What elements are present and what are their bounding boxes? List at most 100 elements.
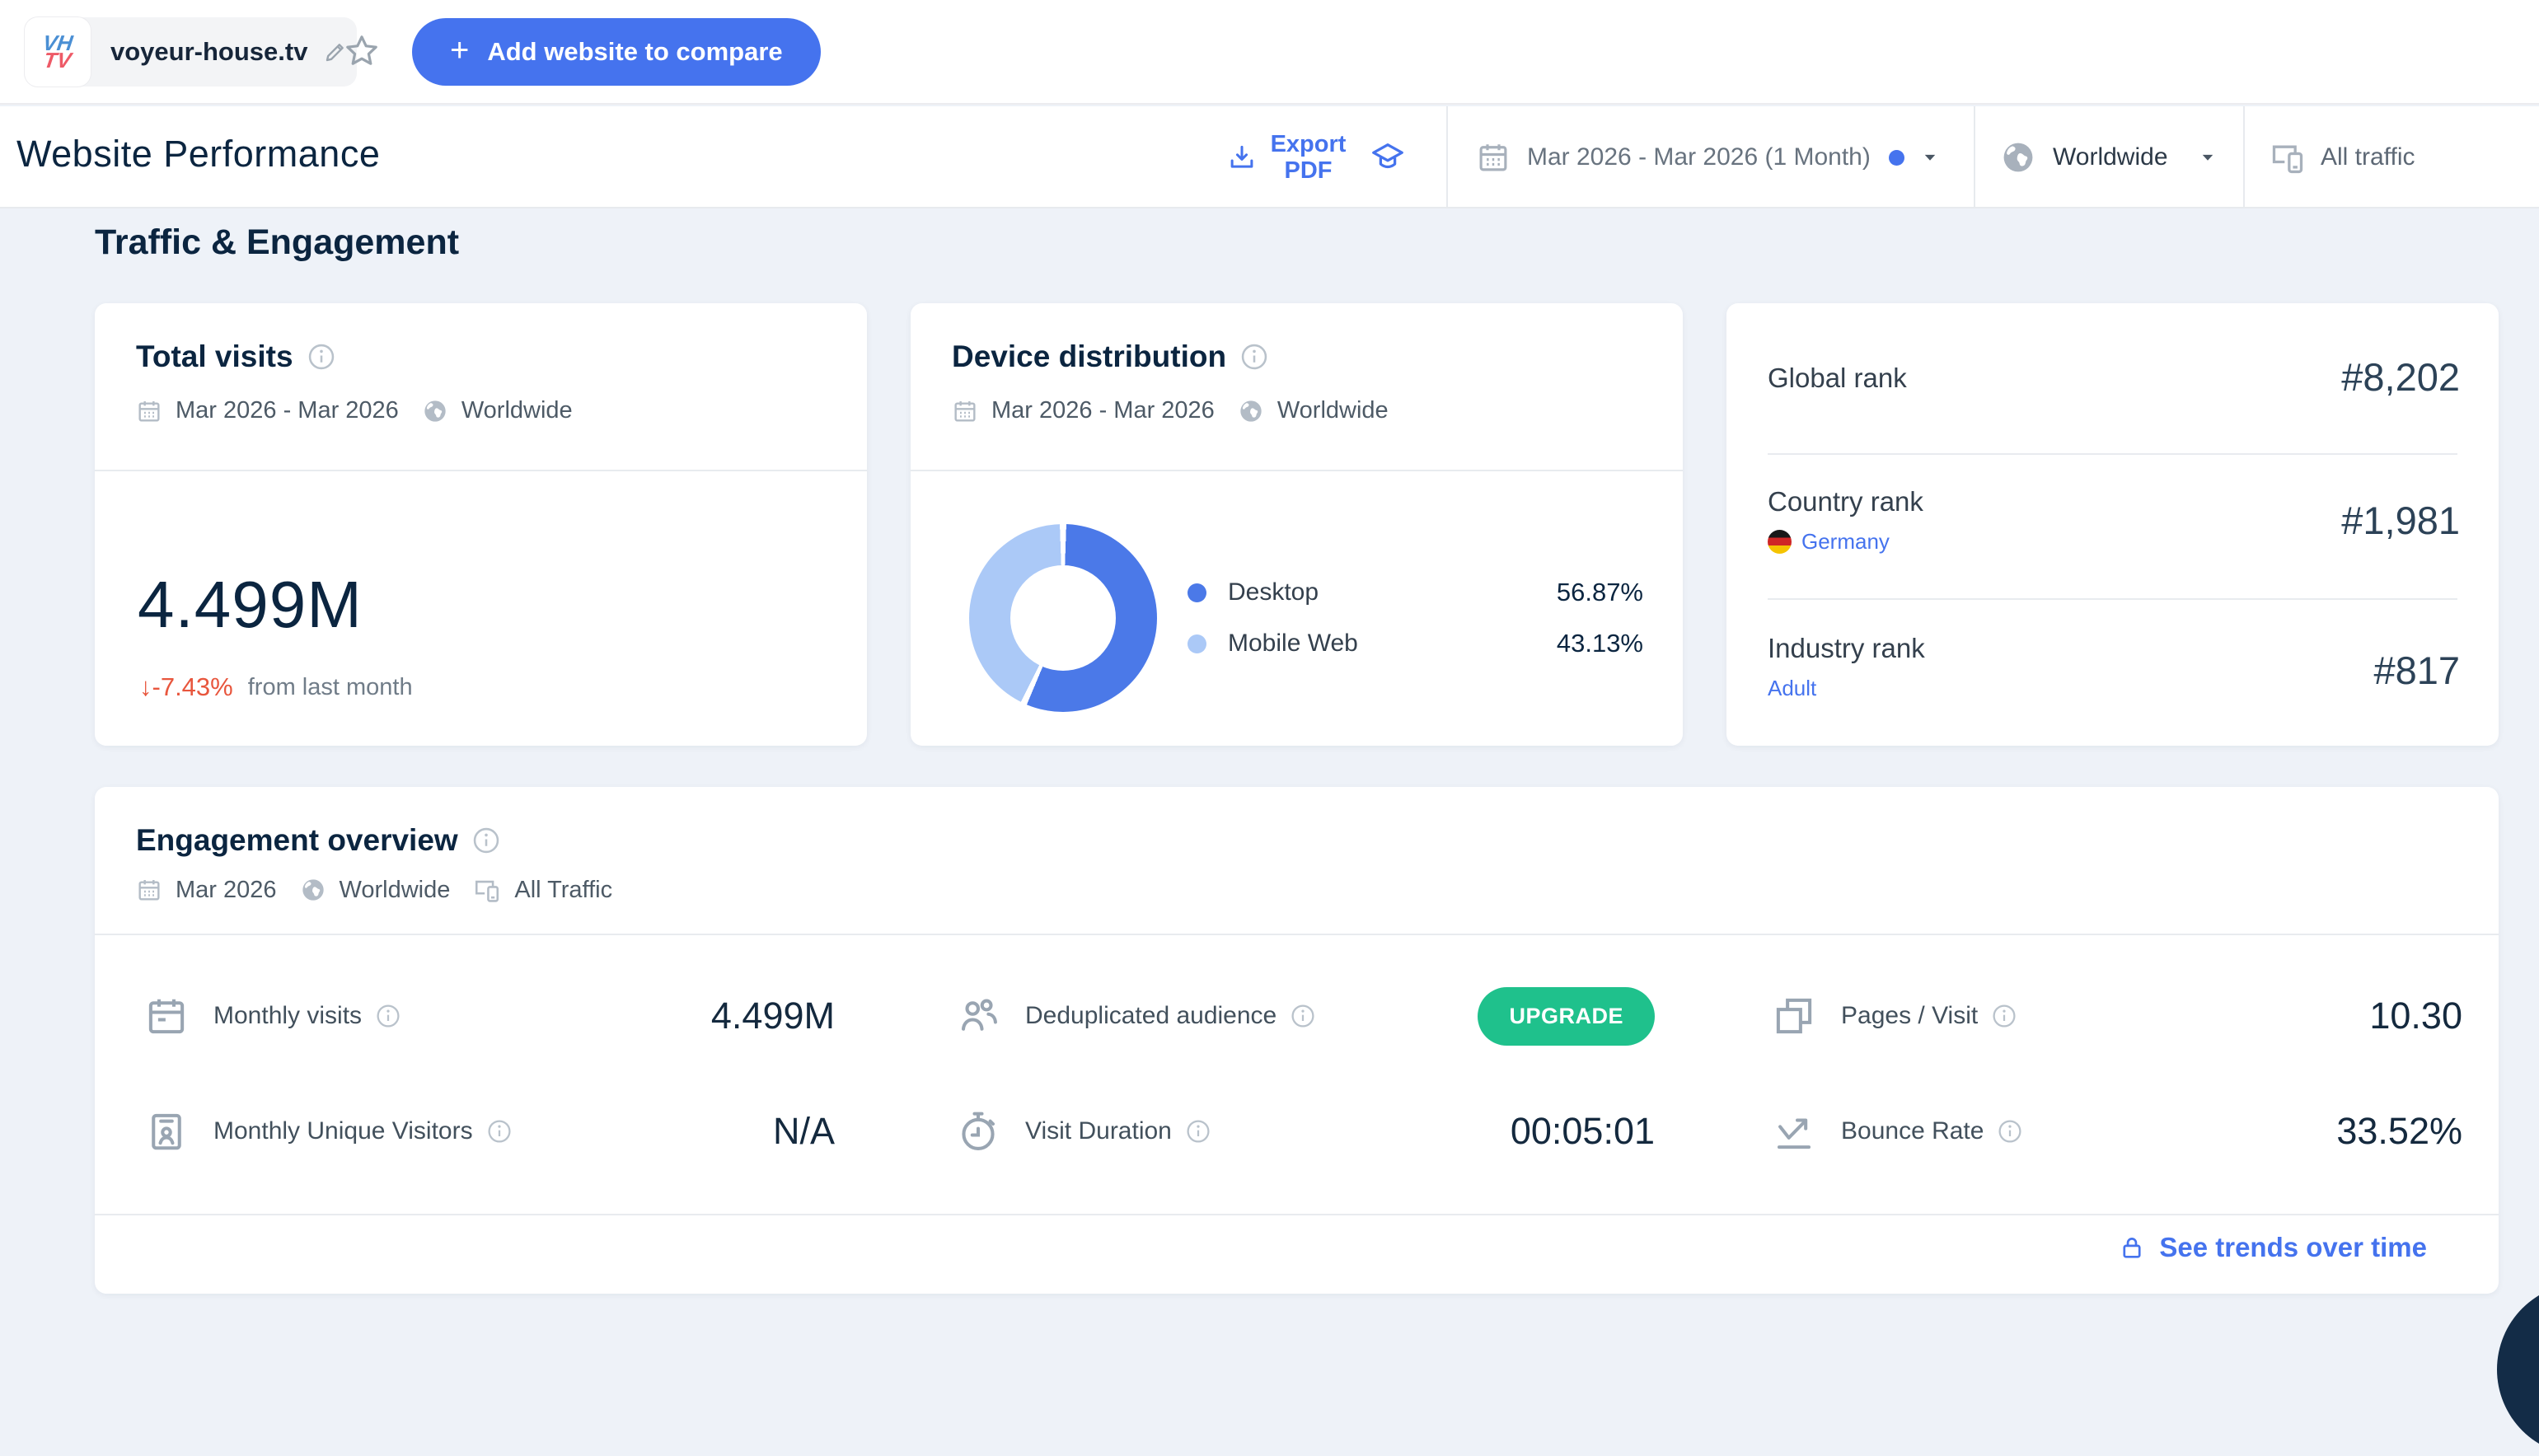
compare-button-label: Add website to compare	[487, 37, 783, 66]
info-icon[interactable]	[1991, 1003, 2017, 1029]
visits-change-badge: ↓-7.43%	[139, 672, 233, 701]
card-title: Device distribution	[952, 339, 1227, 373]
export-pdf-label: Export PDF	[1270, 130, 1347, 184]
engagement-overview-card: Engagement overview Mar 2026 Worldwide A…	[95, 787, 2499, 1294]
info-icon[interactable]	[471, 826, 501, 855]
calendar-icon	[1479, 144, 1507, 171]
favicon-text-bottom: TV	[42, 48, 73, 73]
lock-icon	[2123, 1238, 2141, 1258]
globe-icon	[424, 400, 446, 422]
rank-card: Global rank #8,202 Country rank Germany …	[1726, 303, 2499, 746]
plus-icon: +	[450, 31, 470, 68]
info-icon[interactable]	[486, 1118, 513, 1145]
card-title: Total visits	[136, 339, 293, 373]
card-date-range: Mar 2026 - Mar 2026	[176, 397, 399, 424]
device-legend: Desktop 56.87% Mobile Web 43.13%	[1188, 572, 1643, 674]
calendar-icon	[138, 880, 160, 901]
legend-label: Desktop	[1228, 578, 1319, 606]
devices-icon	[2272, 145, 2303, 174]
info-icon[interactable]	[307, 342, 336, 372]
info-icon[interactable]	[375, 1003, 401, 1029]
desktop-dot-icon	[1188, 583, 1206, 602]
metric-visit-duration: Visit Duration 00:05:01	[956, 1090, 1655, 1173]
legend-label: Mobile Web	[1228, 630, 1358, 657]
legend-value: 43.13%	[1556, 629, 1643, 658]
period-dot-icon	[1888, 149, 1904, 166]
card-date-range: Mar 2026 - Mar 2026	[991, 397, 1215, 424]
metric-label: Visit Duration	[1025, 1117, 1172, 1145]
metric-value: 33.52%	[2336, 1110, 2462, 1152]
card-geo: Worldwide	[339, 876, 451, 903]
devices-icon	[475, 880, 499, 902]
info-icon[interactable]	[1185, 1118, 1211, 1145]
industry-rank-link[interactable]: Adult	[1768, 676, 1816, 701]
academy-icon[interactable]	[1369, 138, 1407, 176]
download-icon	[1230, 145, 1253, 168]
website-chip[interactable]: VH TV voyeur-house.tv	[25, 17, 358, 87]
metric-label: Bounce Rate	[1841, 1117, 1984, 1145]
upgrade-button[interactable]: UPGRADE	[1478, 986, 1655, 1046]
calendar-icon	[148, 999, 185, 1034]
info-icon[interactable]	[1239, 342, 1269, 372]
legend-item-desktop: Desktop 56.87%	[1188, 572, 1643, 613]
metric-monthly-unique-visitors: Monthly Unique Visitors N/A	[144, 1090, 835, 1173]
legend-item-mobile-web: Mobile Web 43.13%	[1188, 623, 1643, 664]
favorite-star-icon[interactable]	[342, 31, 382, 71]
metric-bounce-rate: Bounce Rate 33.52%	[1772, 1090, 2462, 1173]
metric-label: Deduplicated audience	[1025, 1002, 1277, 1029]
donut-hole	[1010, 565, 1116, 671]
globe-icon	[2003, 143, 2033, 172]
add-website-to-compare-button[interactable]: + Add website to compare	[412, 18, 821, 86]
top-bar: VH TV voyeur-house.tv + Add website to c…	[0, 0, 2539, 105]
section-title: Traffic & Engagement	[95, 222, 460, 262]
metric-deduplicated-audience: Deduplicated audience UPGRADE	[956, 975, 1655, 1057]
header-controls: Export PDF Mar 2026 - Mar 2026 (1 Month)…	[1187, 106, 2539, 208]
metric-label: Monthly Unique Visitors	[213, 1117, 473, 1145]
page-title: Website Performance	[16, 133, 381, 175]
industry-rank-value: #817	[2373, 648, 2460, 692]
metric-value: 00:05:01	[1510, 1110, 1655, 1152]
legend-value: 56.87%	[1556, 578, 1643, 606]
bounce-rate-icon	[1777, 1118, 1811, 1149]
total-visits-value: 4.499M	[138, 568, 363, 641]
germany-flag-icon	[1768, 530, 1792, 554]
info-icon[interactable]	[1290, 1003, 1316, 1029]
metric-label: Monthly visits	[213, 1002, 363, 1029]
unique-visitor-icon	[152, 1113, 181, 1150]
metric-pages-per-visit: Pages / Visit 10.30	[1772, 975, 2462, 1057]
country-rank-value: #1,981	[2341, 499, 2460, 542]
see-trends-link[interactable]: See trends over time	[2118, 1232, 2427, 1263]
visits-change-note: from last month	[247, 673, 413, 700]
device-distribution-card: Device distribution Mar 2026 - Mar 2026 …	[911, 303, 1683, 746]
geo-selector[interactable]: Worldwide	[1974, 106, 2243, 208]
website-domain: voyeur-house.tv	[110, 37, 308, 66]
device-donut-chart	[969, 524, 1157, 712]
chevron-down-icon	[2202, 154, 2213, 161]
country-rank-link[interactable]: Germany	[1768, 529, 1890, 555]
page-header: Website Performance Export PDF Mar 2026 …	[0, 106, 2539, 208]
traffic-filter-label: All traffic	[2321, 143, 2415, 171]
info-icon[interactable]	[1997, 1118, 2023, 1145]
metric-monthly-visits: Monthly visits 4.499M	[144, 975, 835, 1057]
date-range-picker[interactable]: Mar 2026 - Mar 2026 (1 Month)	[1446, 106, 1974, 208]
card-date-range: Mar 2026	[176, 876, 277, 903]
country-rank-label: Country rank	[1768, 486, 1923, 517]
export-pdf-button[interactable]: Export PDF	[1187, 106, 1446, 208]
traffic-filter[interactable]: All traffic	[2243, 106, 2539, 208]
card-traffic: All Traffic	[514, 876, 613, 903]
metric-label: Pages / Visit	[1841, 1002, 1979, 1029]
card-geo: Worldwide	[1277, 397, 1389, 424]
date-range-label: Mar 2026 - Mar 2026 (1 Month)	[1527, 143, 1871, 171]
total-visits-card: Total visits Mar 2026 - Mar 2026 Worldwi…	[95, 303, 867, 746]
site-favicon: VH TV	[25, 17, 91, 87]
chevron-down-icon	[1924, 154, 1936, 161]
card-title: Engagement overview	[136, 823, 458, 857]
calendar-icon	[138, 400, 160, 422]
globe-icon	[1240, 400, 1262, 422]
users-icon	[961, 999, 997, 1031]
chat-fab[interactable]	[2497, 1283, 2539, 1456]
pages-icon	[1776, 998, 1812, 1034]
metric-value: N/A	[772, 1110, 835, 1152]
globe-icon	[302, 879, 324, 901]
metric-value: 10.30	[2369, 995, 2462, 1037]
